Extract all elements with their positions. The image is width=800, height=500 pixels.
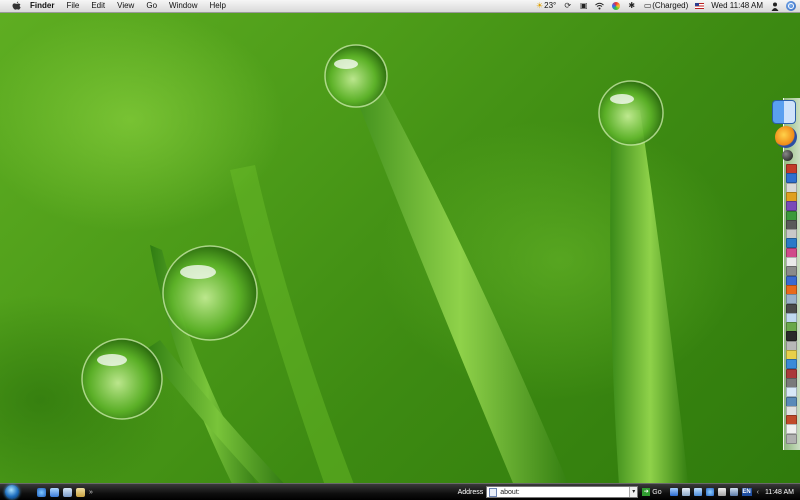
menubar-clock[interactable]: Wed 11:48 AM: [711, 0, 763, 12]
weather-temp: 23°: [544, 1, 557, 10]
go-label: Go: [652, 488, 662, 496]
menu-go[interactable]: Go: [146, 0, 157, 12]
sync-icon[interactable]: ⟳: [563, 1, 572, 11]
tray-recycle-bin-icon[interactable]: [717, 488, 726, 496]
dock-mini-app-icon[interactable]: [786, 201, 797, 212]
go-button[interactable]: ➜ Go: [642, 488, 662, 496]
switch-windows-icon[interactable]: [63, 487, 72, 497]
menu-extras: ☀ 23° ⟳ ▣ ✱ ▭ (Charged) Wed 11:48 AM: [535, 0, 800, 12]
tray-ie-icon[interactable]: [705, 488, 714, 496]
explorer-icon[interactable]: [76, 487, 85, 497]
go-arrow-icon: ➜: [642, 488, 651, 496]
show-hidden-icons-chevron-icon[interactable]: ‹: [757, 489, 759, 496]
dock-mini-app-icon[interactable]: [786, 387, 797, 398]
grass-dewdrops-image: [81, 44, 690, 500]
dock-mini-app-icon[interactable]: [786, 266, 797, 277]
start-button[interactable]: [5, 485, 19, 499]
dock-mini-app-icon[interactable]: [786, 359, 797, 370]
bluetooth-icon[interactable]: ✱: [627, 1, 636, 11]
menu-help[interactable]: Help: [209, 0, 225, 12]
battery-icon: ▭: [643, 1, 652, 10]
menu-window[interactable]: Window: [169, 0, 197, 12]
address-bar[interactable]: about: ▾: [486, 486, 639, 498]
ie-icon[interactable]: [37, 487, 46, 497]
dock-mini-app-icon[interactable]: [786, 433, 797, 444]
taskbar: » Address about: ▾ ➜ Go EN ‹ 11:48 AM: [0, 483, 800, 500]
menu-bar: Finder File Edit View Go Window Help ☀ 2…: [0, 0, 800, 13]
tray-window-icon[interactable]: [681, 488, 690, 496]
dock-mini-app-icon[interactable]: [786, 294, 797, 305]
dock-mini-app-icon[interactable]: [786, 238, 797, 249]
dock-mini-app-icon[interactable]: [786, 424, 797, 435]
status-colorwheel-icon[interactable]: [611, 2, 620, 11]
spotlight-search-icon[interactable]: [786, 1, 796, 11]
apple-menu-icon[interactable]: [10, 0, 22, 12]
tray-monitor-icon[interactable]: [729, 488, 738, 496]
screenshot-icon[interactable]: ▣: [579, 1, 588, 11]
menu-file[interactable]: File: [66, 0, 79, 12]
tray-network-icon[interactable]: [669, 488, 678, 496]
user-icon[interactable]: [770, 2, 779, 11]
sun-icon: ☀: [536, 1, 544, 10]
battery-status[interactable]: ▭ (Charged): [643, 0, 688, 12]
desktop-wallpaper: [0, 0, 800, 500]
dock-mini-app-icon[interactable]: [786, 173, 797, 184]
quicklaunch-more-icon[interactable]: »: [89, 489, 93, 496]
page-icon: [489, 487, 498, 497]
dock-mini-app-icon[interactable]: [786, 331, 797, 342]
dock-finder-icon[interactable]: [772, 100, 796, 124]
show-desktop-icon[interactable]: [50, 487, 59, 497]
battery-label: (Charged): [652, 1, 689, 10]
wifi-icon[interactable]: [595, 2, 605, 11]
language-indicator[interactable]: EN: [741, 488, 752, 496]
weather-widget[interactable]: ☀ 23°: [535, 0, 556, 12]
us-flag-input-icon[interactable]: [695, 3, 705, 9]
taskbar-clock[interactable]: 11:48 AM: [765, 489, 794, 496]
menu-view[interactable]: View: [117, 0, 134, 12]
tray-app-icon[interactable]: [693, 488, 702, 496]
menu-app-finder[interactable]: Finder: [30, 0, 54, 12]
address-label: Address: [457, 488, 484, 496]
dock-firefox-icon[interactable]: [775, 126, 797, 148]
menu-edit[interactable]: Edit: [91, 0, 105, 12]
address-input[interactable]: about:: [500, 489, 629, 496]
dock-app-ball-icon[interactable]: [782, 150, 793, 161]
address-dropdown-icon[interactable]: ▾: [629, 487, 638, 497]
